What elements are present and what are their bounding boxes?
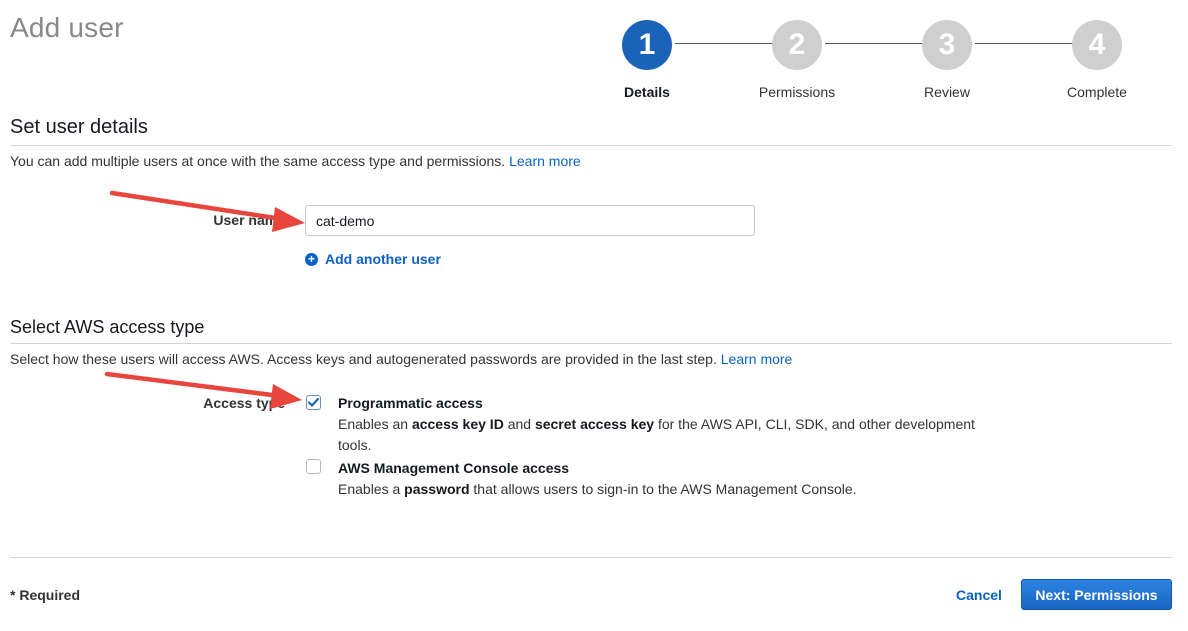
- step-number: 2: [772, 20, 822, 70]
- programmatic-access-description: Enables an access key ID and secret acce…: [338, 414, 998, 456]
- plus-circle-icon: +: [305, 252, 318, 266]
- step-number: 4: [1072, 20, 1122, 70]
- learn-more-link[interactable]: Learn more: [721, 351, 793, 367]
- learn-more-link[interactable]: Learn more: [509, 153, 581, 169]
- required-note: * Required: [10, 587, 81, 603]
- footer-divider: [10, 557, 1172, 558]
- step-number: 3: [922, 20, 972, 70]
- user-details-description: You can add multiple users at once with …: [10, 153, 581, 169]
- step-label: Permissions: [758, 84, 836, 100]
- step-review: 3 Review: [877, 20, 1017, 100]
- user-name-label: User name: [213, 212, 285, 228]
- step-permissions: 2 Permissions: [727, 20, 867, 100]
- desc-bold: password: [404, 481, 470, 497]
- add-another-user-label: Add another user: [325, 251, 441, 267]
- step-complete: 4 Complete: [1027, 20, 1167, 100]
- description-text: You can add multiple users at once with …: [10, 153, 506, 169]
- checkmark-icon: [308, 398, 319, 407]
- user-name-input[interactable]: [305, 205, 755, 236]
- console-access-description: Enables a password that allows users to …: [338, 479, 998, 500]
- step-number: 1: [622, 20, 672, 70]
- step-label: Complete: [1067, 84, 1127, 100]
- step-label: Details: [624, 84, 670, 100]
- access-type-description: Select how these users will access AWS. …: [10, 351, 792, 367]
- section-divider: [10, 343, 1172, 344]
- desc-text: and: [503, 416, 535, 432]
- cancel-button[interactable]: Cancel: [956, 587, 1002, 603]
- section-title-user-details: Set user details: [10, 116, 148, 138]
- section-title-access-type: Select AWS access type: [10, 317, 205, 337]
- console-access-checkbox[interactable]: [306, 459, 321, 474]
- page-title: Add user: [10, 12, 124, 43]
- next-permissions-button[interactable]: Next: Permissions: [1021, 579, 1172, 610]
- console-access-title: AWS Management Console access: [338, 460, 570, 476]
- desc-text: that allows users to sign-in to the AWS …: [469, 481, 857, 497]
- description-text: Select how these users will access AWS. …: [10, 351, 717, 367]
- desc-text: Enables an: [338, 416, 412, 432]
- programmatic-access-checkbox[interactable]: [306, 395, 321, 410]
- desc-bold: secret access key: [534, 416, 655, 432]
- add-another-user-link[interactable]: + Add another user: [305, 251, 441, 267]
- desc-bold: access key ID: [411, 416, 504, 432]
- step-details: 1 Details: [577, 20, 717, 100]
- progress-stepper: 1 Details 2 Permissions 3 Review 4 Compl…: [580, 20, 1170, 106]
- access-type-label: Access type: [203, 395, 285, 411]
- section-divider: [10, 145, 1172, 146]
- desc-text: Enables a: [338, 481, 405, 497]
- programmatic-access-title: Programmatic access: [338, 395, 483, 411]
- step-label: Review: [924, 84, 970, 100]
